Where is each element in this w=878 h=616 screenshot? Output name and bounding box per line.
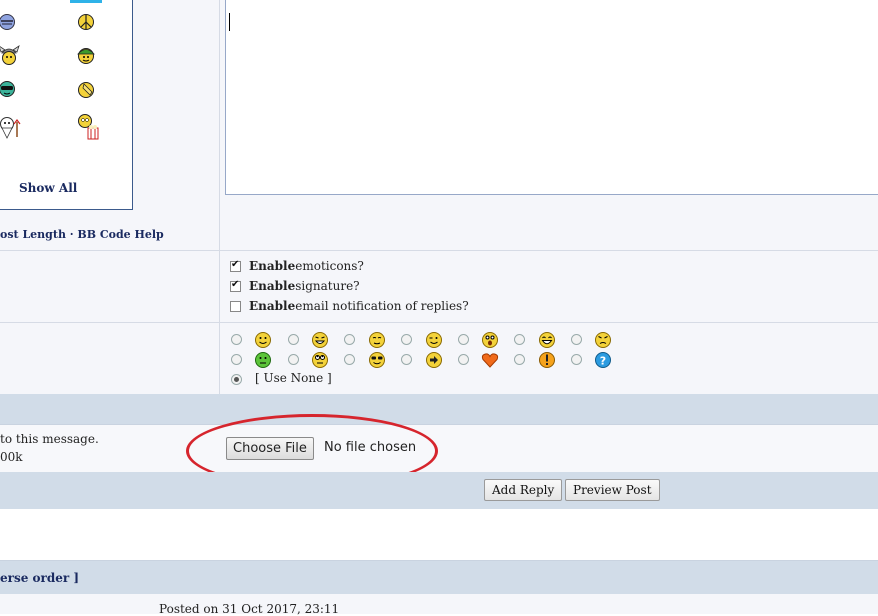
help-links[interactable]: ost Length · BB Code Help [0, 228, 164, 241]
text-caret [229, 13, 230, 31]
angry-icon[interactable] [594, 331, 612, 349]
post-icon-radio[interactable] [514, 354, 525, 365]
wink-icon[interactable] [425, 331, 443, 349]
option-label-bold: Enable [249, 299, 296, 313]
green-sunglasses-emoticon-icon[interactable] [0, 80, 16, 98]
attachment-row [0, 424, 878, 473]
post-icon-radio[interactable] [288, 354, 299, 365]
cool-icon[interactable] [368, 351, 386, 369]
attachment-description: to this message. [0, 432, 99, 446]
blue-face-emoticon-icon[interactable] [0, 13, 16, 31]
option-enable-emoticons[interactable]: Enable emoticons? [230, 258, 364, 274]
thread-header-bar [0, 561, 878, 594]
show-all-emoticons-link[interactable]: Show All [19, 181, 77, 195]
shocked-icon[interactable] [481, 331, 499, 349]
enable-signature-checkbox[interactable] [230, 279, 241, 292]
option-label: emoticons? [295, 259, 364, 273]
viking-emoticon-icon[interactable] [0, 44, 20, 66]
grin-wide-icon[interactable] [311, 331, 329, 349]
option-label-bold: Enable [249, 259, 296, 273]
peace-sign-emoticon-icon[interactable] [77, 13, 95, 31]
post-icon-radio[interactable] [571, 334, 582, 345]
popcorn-emoticon-icon[interactable] [77, 113, 101, 141]
attachment-size-limit: 00k [0, 450, 23, 464]
use-none-radio[interactable] [231, 374, 242, 385]
emoticon-selected-highlight [70, 0, 102, 3]
rolleyes-icon[interactable] [311, 351, 329, 369]
laugh-icon[interactable] [538, 331, 556, 349]
post-icon-radio[interactable] [401, 334, 412, 345]
post-icon-radio[interactable] [458, 354, 469, 365]
email-notification-checkbox[interactable] [230, 300, 241, 312]
message-textarea[interactable] [225, 0, 878, 195]
use-none-label: [ Use None ] [255, 371, 332, 385]
post-icon-radio[interactable] [288, 334, 299, 345]
post-icon-radio[interactable] [514, 334, 525, 345]
post-header-row [0, 594, 878, 614]
question-icon[interactable]: ? [594, 351, 612, 369]
post-icon-radio[interactable] [401, 354, 412, 365]
arrow-icon[interactable] [425, 351, 443, 369]
heart-icon[interactable] [481, 351, 499, 369]
post-icon-radio[interactable] [571, 354, 582, 365]
reverse-order-link[interactable]: erse order ] [0, 571, 79, 585]
option-label: email notification of replies? [295, 299, 469, 313]
exclamation-icon[interactable] [538, 351, 556, 369]
post-icon-radio[interactable] [344, 354, 355, 365]
option-email-notification[interactable]: Enable email notification of replies? [230, 298, 469, 314]
sick-icon[interactable] [254, 351, 272, 369]
preview-post-button[interactable]: Preview Post [565, 479, 660, 501]
post-icon-radio[interactable] [458, 334, 469, 345]
facepalm-emoticon-icon[interactable] [77, 80, 96, 99]
add-reply-button[interactable]: Add Reply [484, 479, 563, 501]
emoticons-box [0, 0, 133, 210]
enable-emoticons-checkbox[interactable] [230, 259, 241, 272]
option-enable-signature[interactable]: Enable signature? [230, 278, 360, 294]
section-header-bar [0, 394, 878, 424]
green-hat-emoticon-icon[interactable] [76, 45, 96, 65]
actions-bar [0, 472, 878, 509]
smile-icon[interactable] [254, 331, 272, 349]
option-label: signature? [295, 279, 360, 293]
blush-icon[interactable] [368, 331, 386, 349]
post-icon-radio[interactable] [344, 334, 355, 345]
post-icon-radio[interactable] [231, 354, 242, 365]
svg-text:?: ? [600, 355, 606, 368]
column-divider [219, 0, 220, 394]
post-icon-radio[interactable] [231, 334, 242, 345]
option-label-bold: Enable [249, 279, 296, 293]
wizard-emoticon-icon[interactable] [0, 115, 22, 139]
